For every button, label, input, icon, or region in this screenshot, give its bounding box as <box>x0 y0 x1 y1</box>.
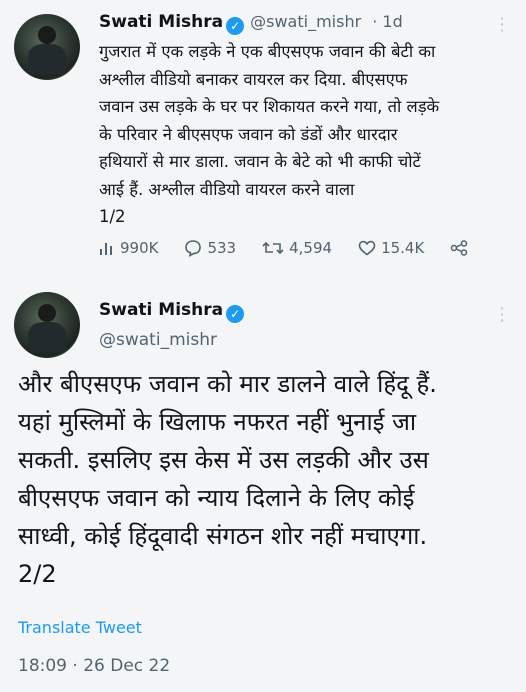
views-count: 990K <box>120 239 159 257</box>
author-name[interactable]: Swati Mishra <box>99 300 223 320</box>
retweet-count: 4,594 <box>289 239 333 257</box>
share-icon <box>451 240 468 256</box>
tweet-1-text: गुजरात में एक लड़के ने एक बीएसएफ जवान की… <box>99 42 440 226</box>
avatar-figure-head <box>38 26 56 44</box>
tweet-timestamp[interactable]: 18:09 · 26 Dec 22 <box>18 656 170 676</box>
translate-tweet-link[interactable]: Translate Tweet <box>18 618 142 637</box>
views-button[interactable]: 990K <box>99 239 158 257</box>
author-handle[interactable]: @swati_mishr <box>250 12 361 31</box>
author-handle[interactable]: @swati_mishr <box>99 330 217 350</box>
retweet-icon <box>262 241 284 255</box>
like-button[interactable]: 15.4K <box>358 239 424 257</box>
tweet-2-author: Swati Mishra ✓ <box>99 300 245 323</box>
avatar[interactable] <box>14 14 80 80</box>
avatar-figure-body <box>28 44 66 74</box>
tweet-2-text: और बीएसएफ जवान को मार डालने वाले हिंदू ह… <box>18 370 437 588</box>
tweet-1[interactable]: Swati Mishra ✓ @swati_mishr · 1d · · · गुजरा… <box>0 0 526 276</box>
retweet-button[interactable]: 4,594 <box>262 239 332 257</box>
verified-badge-icon: ✓ <box>226 17 245 35</box>
more-dots-icon[interactable]: · · · <box>497 301 507 329</box>
reply-count: 533 <box>207 239 237 257</box>
reply-button[interactable]: 533 <box>184 239 236 257</box>
tweet-time[interactable]: · 1d <box>372 12 403 31</box>
share-button[interactable] <box>450 240 473 256</box>
avatar-figure-body <box>28 322 66 352</box>
author-name[interactable]: Swati Mishra <box>99 12 223 32</box>
heart-icon <box>358 240 376 256</box>
avatar[interactable] <box>14 292 80 358</box>
bar-chart-icon <box>100 243 112 255</box>
tweet-1-header: Swati Mishra ✓ @swati_mishr · 1d <box>99 12 403 35</box>
verified-badge-icon: ✓ <box>226 305 245 323</box>
more-dots-icon[interactable]: · · · <box>497 11 507 39</box>
like-count: 15.4K <box>381 239 425 257</box>
avatar-figure-head <box>38 304 56 322</box>
reply-bubble-icon <box>185 240 202 257</box>
tweet-1-actions: 990K 533 4,594 15.4K <box>99 236 499 260</box>
